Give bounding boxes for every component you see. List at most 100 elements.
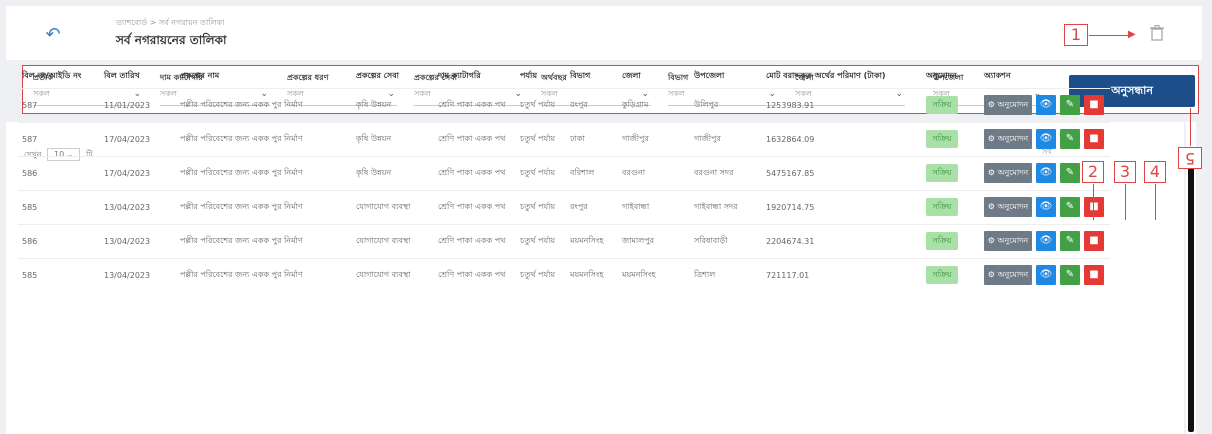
- table-cell: 587: [18, 121, 100, 156]
- table-cell: ময়মনসিংহ: [566, 257, 618, 292]
- pencil-icon[interactable]: ✎: [1060, 95, 1080, 115]
- table-cell: গাজীপুর: [690, 121, 762, 156]
- column-header: জেলা: [622, 71, 641, 81]
- approve-button[interactable]: ⚙ অনুমোদন: [984, 231, 1032, 251]
- project-table: বিল নং/আইডি নং বিল তারিখ প্রকল্পের নাম প…: [18, 66, 1110, 292]
- table-cell: পল্লীর পরিবেশের জন্য একক পুর নির্মাণ: [176, 257, 352, 292]
- table-cell: শ্রেণি পাকা একক পথ: [434, 189, 516, 224]
- table-cell: ময়মনসিংহ: [566, 223, 618, 258]
- table-header-row: বিল নং/আইডি নং বিল তারিখ প্রকল্পের নাম প…: [18, 66, 1110, 88]
- eye-icon[interactable]: 👁: [1036, 265, 1056, 286]
- table-cell: 13/04/2023: [100, 257, 176, 292]
- table-cell: শ্রেণি পাকা একক পথ: [434, 155, 516, 190]
- table-cell: 1920714.75: [762, 189, 922, 224]
- scrollbar-thumb[interactable]: [1188, 160, 1194, 432]
- table-row: 585 13/04/2023 পল্লীর পরিবেশের জন্য একক পু…: [18, 189, 1110, 224]
- delete-icon[interactable]: ■: [1084, 265, 1104, 286]
- approve-button[interactable]: ⚙ অনুমোদন: [984, 95, 1032, 115]
- table-cell: বরগুনা: [618, 155, 690, 190]
- table-cell: 5475167.85: [762, 155, 922, 190]
- column-header: পর্যায়: [520, 71, 538, 81]
- back-arrow-icon[interactable]: ↶: [40, 24, 66, 46]
- page: ↶ ড্যাশবোর্ড > সর্ব নগরায়ন তালিকা সর্ব …: [0, 0, 1212, 434]
- table-cell: চতুর্থ পর্যায়: [516, 87, 566, 122]
- actions-cell: ⚙ অনুমোদন👁✎■: [980, 223, 1110, 258]
- table-cell: যোগাযোগ ব্যবস্থা: [352, 257, 434, 292]
- table-cell: 2204674.31: [762, 223, 922, 258]
- table-cell: পল্লীর পরিবেশের জন্য একক পুর নির্মাণ: [176, 121, 352, 156]
- table-cell: শ্রেণি পাকা একক পথ: [434, 223, 516, 258]
- status-cell: সক্রিয়: [922, 257, 980, 292]
- table-cell: চতুর্থ পর্যায়: [516, 155, 566, 190]
- delete-icon[interactable]: ■: [1084, 197, 1104, 217]
- eye-icon[interactable]: 👁: [1036, 231, 1056, 251]
- pencil-icon[interactable]: ✎: [1060, 197, 1080, 217]
- table-cell: রংপুর: [566, 87, 618, 122]
- table-cell: গাইবান্ধা সদর: [690, 189, 762, 224]
- status-badge[interactable]: সক্রিয়: [926, 198, 958, 216]
- table-cell: বরগুনা সদর: [690, 155, 762, 190]
- eye-icon[interactable]: 👁: [1036, 129, 1056, 149]
- table-cell: জামালপুর: [618, 223, 690, 258]
- table-cell: শ্রেণি পাকা একক পথ: [434, 87, 516, 122]
- actions-cell: ⚙ অনুমোদন👁✎■: [980, 87, 1110, 122]
- status-cell: সক্রিয়: [922, 121, 980, 156]
- column-header: প্রকল্পের সেবা: [356, 71, 399, 81]
- pencil-icon[interactable]: ✎: [1060, 265, 1080, 286]
- status-badge[interactable]: সক্রিয়: [926, 232, 958, 250]
- status-badge[interactable]: সক্রিয়: [926, 96, 958, 114]
- callout-arrow: [1190, 108, 1191, 146]
- table-cell: যোগাযোগ ব্যবস্থা: [352, 223, 434, 258]
- breadcrumb: ড্যাশবোর্ড > সর্ব নগরায়ন তালিকা: [116, 18, 225, 27]
- header-bar: ↶ ড্যাশবোর্ড > সর্ব নগরায়ন তালিকা সর্ব …: [6, 6, 1202, 60]
- delete-icon[interactable]: ■: [1084, 95, 1104, 115]
- table-cell: 13/04/2023: [100, 223, 176, 258]
- table-cell: 1253983.91: [762, 87, 922, 122]
- actions-cell: ⚙ অনুমোদন👁✎■: [980, 121, 1110, 156]
- approve-button[interactable]: ⚙ অনুমোদন: [984, 129, 1032, 149]
- table-cell: সরিষাবাড়ী: [690, 223, 762, 258]
- delete-icon[interactable]: ■: [1084, 231, 1104, 251]
- table-cell: যোগাযোগ ব্যবস্থা: [352, 189, 434, 224]
- approve-button[interactable]: ⚙ অনুমোদন: [984, 163, 1032, 183]
- table-cell: কৃষি উন্নয়ন: [352, 155, 434, 190]
- column-header: উপজেলা: [694, 71, 725, 81]
- trash-icon[interactable]: [1150, 25, 1166, 45]
- table-cell: রংপুর: [566, 189, 618, 224]
- table-row: 586 13/04/2023 পল্লীর পরিবেশের জন্য একক পু…: [18, 223, 1110, 258]
- approve-button[interactable]: ⚙ অনুমোদন: [984, 197, 1032, 217]
- callout-label: 3: [1114, 161, 1136, 183]
- column-header: দাম ক্যাটাগরি: [438, 71, 481, 81]
- page-title: সর্ব নগরায়নের তালিকা: [116, 33, 227, 47]
- table-cell: পল্লীর পরিবেশের জন্য একক পুর নির্মাণ: [176, 189, 352, 224]
- eye-icon[interactable]: 👁: [1036, 95, 1056, 115]
- actions-cell: ⚙ অনুমোদন👁✎■: [980, 189, 1110, 224]
- table-cell: 17/04/2023: [100, 121, 176, 156]
- eye-icon[interactable]: 👁: [1036, 197, 1056, 217]
- status-badge[interactable]: সক্রিয়: [926, 266, 958, 285]
- table-cell: চতুর্থ পর্যায়: [516, 189, 566, 224]
- table-cell: কুড়িগ্রাম: [618, 87, 690, 122]
- callout-label: 1: [1064, 24, 1088, 46]
- pencil-icon[interactable]: ✎: [1060, 231, 1080, 251]
- status-badge[interactable]: সক্রিয়: [926, 130, 958, 148]
- pencil-icon[interactable]: ✎: [1060, 163, 1080, 183]
- table-cell: শ্রেণি পাকা একক পথ: [434, 257, 516, 292]
- callout-arrow: [1155, 184, 1156, 220]
- table-cell: 585: [18, 257, 100, 292]
- column-header: মোট বরাদ্দকৃত অর্থের পরিমাণ (টাকা): [766, 71, 886, 81]
- table-cell: 1632864.09: [762, 121, 922, 156]
- status-badge[interactable]: সক্রিয়: [926, 164, 958, 182]
- status-cell: সক্রিয়: [922, 155, 980, 190]
- table-cell: চতুর্থ পর্যায়: [516, 121, 566, 156]
- table-cell: শ্রেণি পাকা একক পথ: [434, 121, 516, 156]
- callout-label: 2: [1082, 161, 1104, 183]
- pencil-icon[interactable]: ✎: [1060, 129, 1080, 149]
- table-cell: 721117.01: [762, 257, 922, 292]
- approve-button[interactable]: ⚙ অনুমোদন: [984, 265, 1032, 286]
- eye-icon[interactable]: 👁: [1036, 163, 1056, 183]
- column-header: বিল নং/আইডি নং: [22, 71, 82, 81]
- callout-arrow: [1125, 184, 1126, 220]
- table-cell: গাজীপুর: [618, 121, 690, 156]
- delete-icon[interactable]: ■: [1084, 129, 1104, 149]
